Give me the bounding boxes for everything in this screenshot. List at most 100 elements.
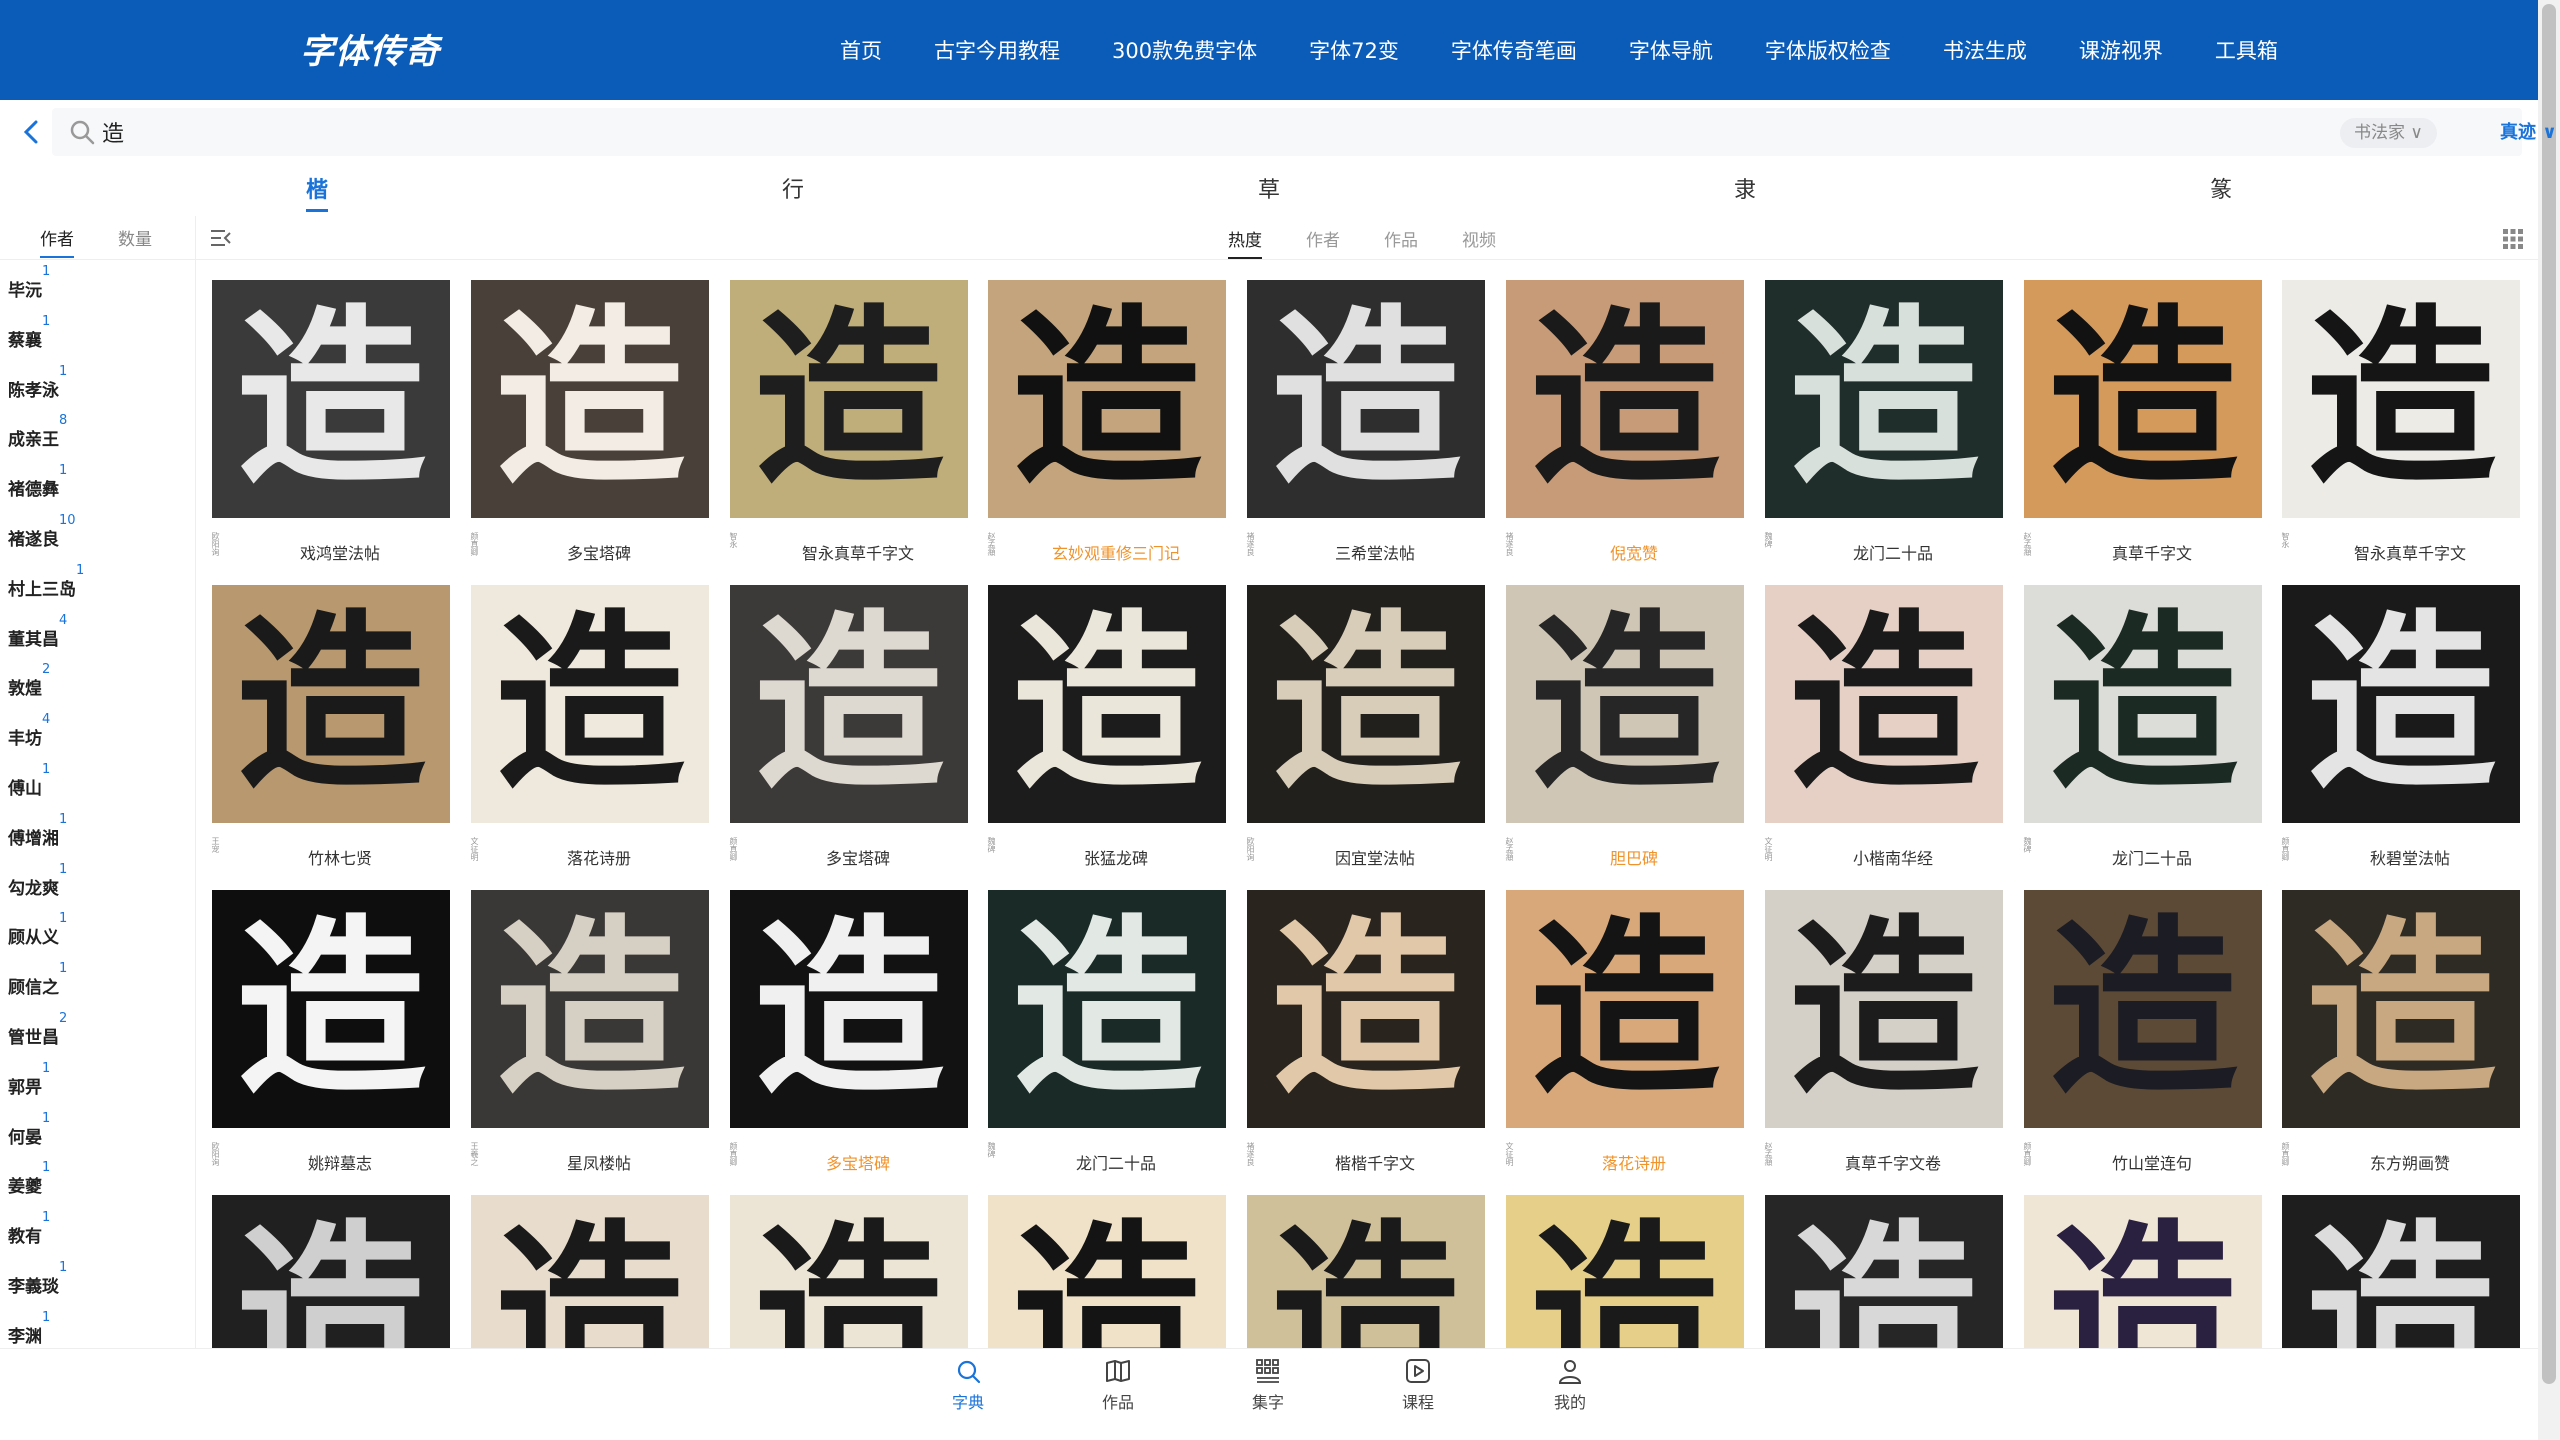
glyph-card[interactable]: 造褚遂良 楷楷千字文: [1241, 880, 1499, 1180]
glyph-card[interactable]: 造文征明 落花诗册: [1500, 880, 1758, 1180]
nav-item[interactable]: 工具箱: [2215, 35, 2278, 65]
author-list-item[interactable]: 傅山 1: [0, 758, 195, 808]
nav-item[interactable]: 字体72变: [1309, 35, 1399, 65]
glyph-card[interactable]: 造: [465, 1185, 723, 1348]
type-filter-dropdown[interactable]: 真迹 ∨: [2500, 118, 2557, 148]
card-title[interactable]: 东方朔画赞: [2296, 1150, 2524, 1174]
glyph-card[interactable]: 造: [982, 1185, 1240, 1348]
glyph-card[interactable]: 造智永 智永真草千字文: [724, 270, 982, 570]
author-list-item[interactable]: 教有 1: [0, 1206, 195, 1256]
glyph-card[interactable]: 造魏碑 龙门二十品: [2018, 575, 2276, 875]
nav-item[interactable]: 字体传奇笔画: [1451, 35, 1577, 65]
author-list-item[interactable]: 褚遂良 10: [0, 509, 195, 559]
card-title[interactable]: 智永真草千字文: [2296, 540, 2524, 564]
glyph-card[interactable]: 造: [1241, 1185, 1499, 1348]
glyph-image[interactable]: 造: [730, 585, 968, 823]
glyph-image[interactable]: 造: [988, 280, 1226, 518]
glyph-card[interactable]: 造颜真卿 秋碧堂法帖: [2276, 575, 2532, 875]
glyph-card[interactable]: 造智永 智永真草千字文: [2276, 270, 2532, 570]
author-list-item[interactable]: 管世昌 2: [0, 1007, 195, 1057]
glyph-card[interactable]: 造: [2276, 1185, 2532, 1348]
author-list-item[interactable]: 傅增湘 1: [0, 808, 195, 858]
card-title[interactable]: 胆巴碑: [1520, 845, 1748, 869]
glyph-card[interactable]: 造文征明 小楷南华经: [1759, 575, 2017, 875]
glyph-image[interactable]: 造: [2282, 585, 2520, 823]
glyph-card[interactable]: 造赵孟頫 真草千字文: [2018, 270, 2276, 570]
author-list-item[interactable]: 何晏 1: [0, 1107, 195, 1157]
nav-item[interactable]: 课游视界: [2079, 35, 2163, 65]
glyph-image[interactable]: 造: [2024, 585, 2262, 823]
bottom-tab-book[interactable]: 作品: [1078, 1357, 1158, 1413]
collapse-sidebar-icon[interactable]: [210, 228, 232, 248]
author-list-item[interactable]: 郭畀 1: [0, 1057, 195, 1107]
author-list-item[interactable]: 敦煌 2: [0, 658, 195, 708]
card-title[interactable]: 姚辩墓志: [226, 1150, 454, 1174]
glyph-image[interactable]: 造: [1247, 890, 1485, 1128]
card-title[interactable]: 小楷南华经: [1779, 845, 2007, 869]
script-tab[interactable]: 篆: [2210, 172, 2232, 204]
sort-tab[interactable]: 视频: [1462, 226, 1496, 251]
card-title[interactable]: 真草千字文卷: [1779, 1150, 2007, 1174]
glyph-image[interactable]: 造: [471, 890, 709, 1128]
card-title[interactable]: 龙门二十品: [2038, 845, 2266, 869]
author-list-item[interactable]: 陈孝泳 1: [0, 360, 195, 410]
author-list-item[interactable]: 蔡襄 1: [0, 310, 195, 360]
author-list-item[interactable]: 董其昌 4: [0, 609, 195, 659]
nav-item[interactable]: 300款免费字体: [1112, 35, 1257, 65]
glyph-card[interactable]: 造: [1500, 1185, 1758, 1348]
author-list-item[interactable]: 毕沅 1: [0, 260, 195, 310]
bottom-tab-grid[interactable]: 集字: [1228, 1357, 1308, 1413]
card-title[interactable]: 智永真草千字文: [744, 540, 972, 564]
sidebar-tab-count[interactable]: 数量: [118, 225, 152, 250]
sort-tab[interactable]: 热度: [1228, 226, 1262, 259]
card-title[interactable]: 楷楷千字文: [1261, 1150, 1489, 1174]
sidebar-tab-author[interactable]: 作者: [40, 225, 74, 258]
card-title[interactable]: 落花诗册: [1520, 1150, 1748, 1174]
glyph-card[interactable]: 造褚遂良 倪宽赞: [1500, 270, 1758, 570]
glyph-card[interactable]: 造: [724, 1185, 982, 1348]
bottom-tab-search[interactable]: 字典: [928, 1357, 1008, 1413]
nav-item[interactable]: 古字今用教程: [934, 35, 1060, 65]
glyph-card[interactable]: 造王宠 竹林七贤: [206, 575, 464, 875]
script-tab[interactable]: 隶: [1734, 172, 1756, 204]
glyph-image[interactable]: 造: [1765, 1195, 2003, 1348]
glyph-image[interactable]: 造: [1506, 1195, 1744, 1348]
glyph-card[interactable]: 造王羲之 星凤楼帖: [465, 880, 723, 1180]
glyph-image[interactable]: 造: [1765, 585, 2003, 823]
card-title[interactable]: 秋碧堂法帖: [2296, 845, 2524, 869]
glyph-image[interactable]: 造: [2024, 280, 2262, 518]
card-title[interactable]: 竹林七贤: [226, 845, 454, 869]
back-button[interactable]: [16, 116, 48, 148]
card-title[interactable]: 竹山堂连句: [2038, 1150, 2266, 1174]
nav-item[interactable]: 首页: [840, 35, 882, 65]
glyph-card[interactable]: 造赵孟頫 胆巴碑: [1500, 575, 1758, 875]
glyph-card[interactable]: 造欧阳询 戏鸿堂法帖: [206, 270, 464, 570]
glyph-card[interactable]: 造欧阳询 姚辩墓志: [206, 880, 464, 1180]
glyph-image[interactable]: 造: [1765, 280, 2003, 518]
glyph-image[interactable]: 造: [212, 1195, 450, 1348]
card-title[interactable]: 落花诗册: [485, 845, 713, 869]
glyph-card[interactable]: 造颜真卿 东方朔画赞: [2276, 880, 2532, 1180]
card-title[interactable]: 龙门二十品: [1002, 1150, 1230, 1174]
nav-item[interactable]: 字体导航: [1629, 35, 1713, 65]
card-title[interactable]: 三希堂法帖: [1261, 540, 1489, 564]
glyph-card[interactable]: 造赵孟頫 真草千字文卷: [1759, 880, 2017, 1180]
card-title[interactable]: 张猛龙碑: [1002, 845, 1230, 869]
glyph-image[interactable]: 造: [2024, 890, 2262, 1128]
glyph-image[interactable]: 造: [471, 1195, 709, 1348]
page-scrollbar[interactable]: [2538, 0, 2560, 1440]
glyph-image[interactable]: 造: [1506, 890, 1744, 1128]
glyph-image[interactable]: 造: [1506, 280, 1744, 518]
glyph-card[interactable]: 造: [2018, 1185, 2276, 1348]
glyph-image[interactable]: 造: [2282, 280, 2520, 518]
author-list-item[interactable]: 李渊 1: [0, 1306, 195, 1348]
glyph-card[interactable]: 造: [1759, 1185, 2017, 1348]
glyph-image[interactable]: 造: [1247, 1195, 1485, 1348]
glyph-image[interactable]: 造: [471, 585, 709, 823]
script-tab[interactable]: 草: [1258, 172, 1280, 204]
card-title[interactable]: 星凤楼帖: [485, 1150, 713, 1174]
card-title[interactable]: 玄妙观重修三门记: [1002, 540, 1230, 564]
glyph-card[interactable]: 造颜真卿 多宝塔碑: [724, 575, 982, 875]
author-list-item[interactable]: 勾龙爽 1: [0, 858, 195, 908]
author-list-item[interactable]: 村上三岛 1: [0, 559, 195, 609]
